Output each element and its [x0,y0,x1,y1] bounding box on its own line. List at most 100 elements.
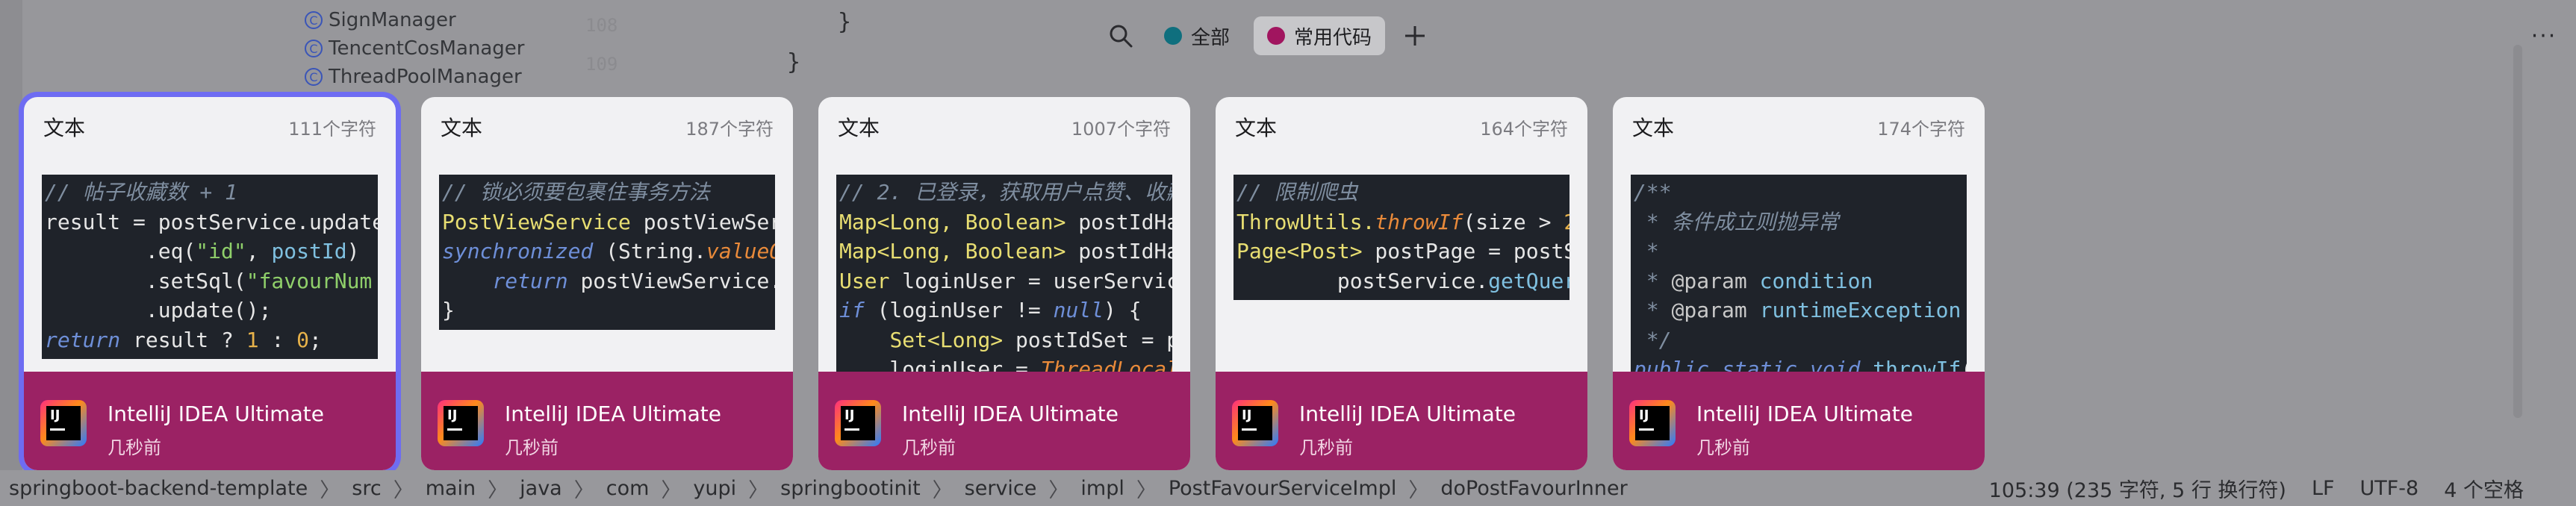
breadcrumb-separator: 〉 [661,478,682,502]
code-brace: } [838,9,852,35]
editor-scrollbar[interactable] [2513,45,2522,418]
project-tree-item[interactable]: C TencentCosManager [305,37,524,60]
code-token: * [1634,239,1659,263]
code-line: ThrowUtils.throwIf(size > 20 [1233,207,1569,237]
code-token: * 条件成立则抛异常 [1634,209,1839,234]
breadcrumb-item[interactable]: doPostFavourInner [1440,477,1627,500]
search-icon[interactable] [1101,16,1140,55]
filter-common-code[interactable]: 常用代码 [1254,16,1386,55]
breadcrumb-item[interactable]: main [426,477,476,500]
breadcrumb-item[interactable]: yupi [693,477,736,500]
file-encoding[interactable]: UTF-8 [2360,477,2419,500]
breadcrumb-item[interactable]: springbootinit [780,477,921,500]
code-token: Map<Long, Boolean> [839,209,1066,234]
clipboard-card[interactable]: 文本 164个字符 // 限制爬虫 ThrowUtils.throwIf(size… [1216,97,1587,470]
breadcrumb-item[interactable]: service [965,477,1037,500]
breadcrumb-separator: 〉 [1136,478,1157,502]
breadcrumb-item[interactable]: src [352,477,381,500]
clipboard-toolbar: 全部 常用代码 [1101,16,1434,55]
card-footer: IJ IntelliJ IDEA Ultimate 几秒前 [421,372,793,470]
indent-setting[interactable]: 4 个空格 [2444,474,2524,503]
code-token: /** [1634,180,1672,204]
code-token: "id" [196,239,246,263]
card-header: 文本 1007个字符 [838,112,1171,142]
filter-all[interactable]: 全部 [1151,16,1243,55]
card-footer: IJ IntelliJ IDEA Ultimate 几秒前 [818,372,1190,470]
clipboard-card[interactable]: 文本 187个字符 // 锁必须要包裹住事务方法 PostViewService … [421,97,793,470]
breadcrumb-item[interactable]: java [520,477,562,500]
code-line: * 条件成立则抛异常 [1631,207,1967,237]
project-tree-item[interactable]: C ThreadPoolManager [305,66,522,88]
breadcrumb-item[interactable]: PostFavourServiceImpl [1169,477,1397,500]
source-app-name: IntelliJ IDEA Ultimate [108,402,324,426]
card-type-label: 文本 [43,116,86,140]
breadcrumb-separator: 〉 [932,478,953,502]
code-line: postService.getQuery [1233,266,1569,296]
source-app-name: IntelliJ IDEA Ultimate [505,402,721,426]
code-token: , [246,239,272,263]
card-header: 文本 187个字符 [441,112,774,142]
breadcrumb-item[interactable]: com [606,477,650,500]
code-token: valueOf [706,239,775,263]
code-token: "favourNum = [246,268,373,293]
line-number: 109 [585,54,618,75]
code-token: 0 [296,327,310,352]
code-token: postViewSer [630,209,775,234]
char-count: 174个字符 [1877,118,1965,140]
card-header: 文本 164个字符 [1235,112,1568,142]
copy-time: 几秒前 [902,437,956,458]
code-token: (loginUser != [864,298,1054,322]
card-type-label: 文本 [838,116,880,140]
plus-icon[interactable] [1396,16,1434,55]
breadcrumb-item[interactable]: springboot-backend-template [9,477,308,500]
line-ending[interactable]: LF [2312,477,2335,500]
ide-left-gutter [0,0,22,506]
code-token: Page<Post> [1236,239,1363,263]
code-line: * @param runtimeException 运 [1631,296,1967,325]
breadcrumb-separator: 〉 [320,478,340,502]
cursor-position[interactable]: 105:39 (235 字符, 5 行 换行符) [1989,474,2286,503]
filter-color-dot [1164,27,1182,45]
code-token: .update(); [45,298,272,322]
code-line: } [439,296,775,325]
code-line: Page<Post> postPage = postS [1233,237,1569,266]
code-token: postIdHa [1065,209,1172,234]
more-icon[interactable]: ··· [2527,22,2561,49]
breadcrumb-item[interactable]: impl [1080,477,1124,500]
code-line: * [1631,237,1967,266]
code-line: */ [1631,325,1967,355]
code-preview: // 2. 已登录，获取用户点赞、收藏状 Map<Long, Boolean> p… [836,175,1172,389]
code-token: throwIf [1375,209,1463,234]
code-token: return [492,268,568,293]
code-token: @param [1671,268,1747,293]
code-token: User [839,268,890,293]
line-number: 108 [585,15,618,36]
code-token: ) { [1104,298,1142,322]
class-icon: C [305,68,323,86]
code-token: : [258,327,297,352]
code-token: null [1053,298,1104,322]
code-line: * @param condition 条 [1631,266,1967,296]
code-line: // 锁必须要包裹住事务方法 [439,178,775,207]
copy-time: 几秒前 [1299,437,1353,458]
clipboard-card[interactable]: 文本 174个字符 /** * 条件成立则抛异常 * * @param cond… [1613,97,1985,470]
project-tree-item[interactable]: C SignManager [305,9,456,31]
code-token: postIdSet = p [1003,327,1172,352]
code-line: // 2. 已登录，获取用户点赞、收藏状 [836,178,1172,207]
code-token: 条 [1873,269,1967,293]
code-preview: // 锁必须要包裹住事务方法 PostViewService postViewSe… [439,175,775,330]
card-footer: IJ IntelliJ IDEA Ultimate 几秒前 [1216,372,1587,470]
card-type-label: 文本 [441,116,483,140]
clipboard-card[interactable]: 文本 111个字符 // 帖子收藏数 + 1 result = postServi… [24,97,396,470]
code-token: return [45,327,121,352]
code-brace: } [787,49,801,75]
code-line: Set<Long> postIdSet = p [836,325,1172,355]
code-line: // 限制爬虫 [1233,178,1569,207]
copy-time: 几秒前 [108,437,161,458]
char-count: 111个字符 [288,118,376,140]
intellij-icon: IJ [40,400,87,446]
char-count: 1007个字符 [1071,118,1171,140]
code-token: * [1634,298,1672,322]
code-line: .setSql("favourNum = [42,266,378,296]
clipboard-card[interactable]: 文本 1007个字符 // 2. 已登录，获取用户点赞、收藏状 Map<Long,… [818,97,1190,470]
